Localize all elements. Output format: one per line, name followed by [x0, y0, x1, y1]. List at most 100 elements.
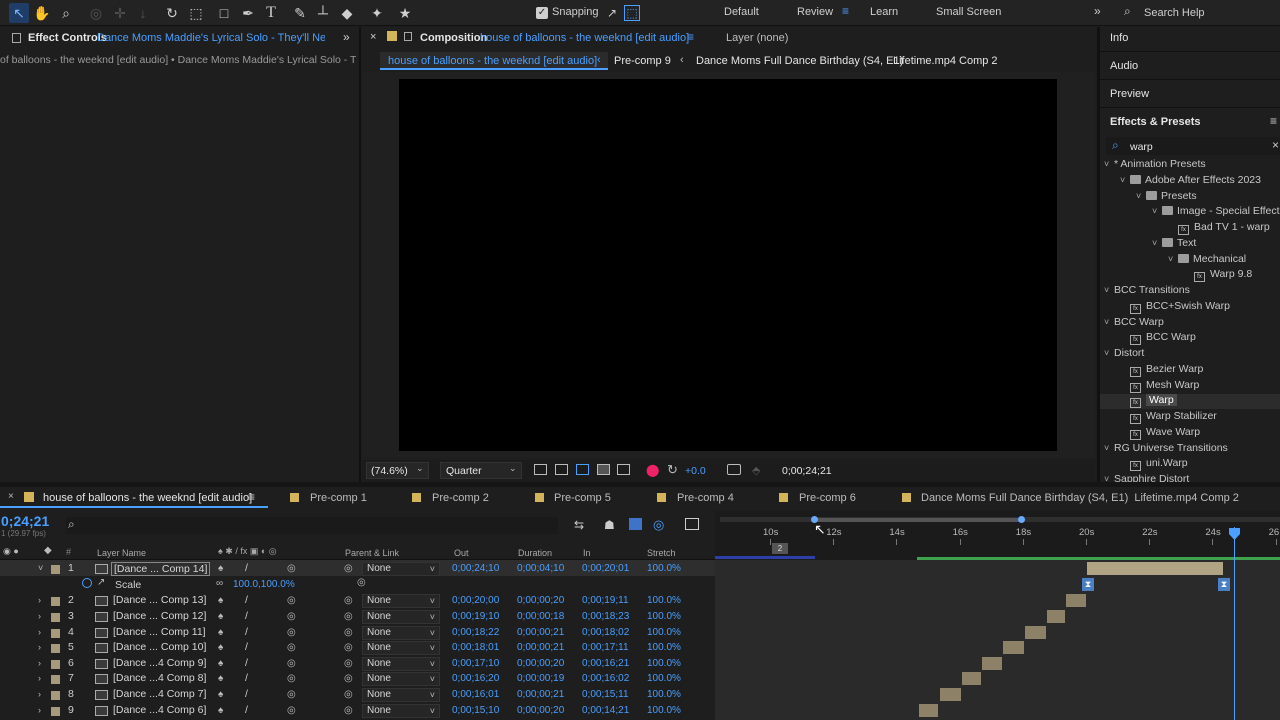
clear-search-icon[interactable]: ×	[1272, 138, 1279, 152]
timeline-tab-precomp4[interactable]: Pre-comp 4	[677, 492, 734, 504]
layer-row[interactable]: › 8 [Dance ...4 Comp 7] ♠ / ◎ ◎ None ˅ 0;00;16;01…	[0, 687, 715, 703]
layer-out[interactable]: 0;00;16;01	[452, 687, 499, 703]
quality-switch-icon[interactable]: /	[245, 609, 248, 625]
chevron-down-icon[interactable]: ˅	[1104, 348, 1114, 358]
parent-pickwhip-icon[interactable]: ◎	[344, 593, 353, 609]
shy-switch-icon[interactable]: ♠	[218, 561, 223, 577]
parent-dropdown[interactable]: None ˅	[362, 562, 440, 576]
collapse-switch-icon[interactable]: ◎	[287, 687, 296, 703]
layer-row[interactable]: › 3 [Dance ... Comp 12] ♠ / ◎ ◎ None ˅ 0;00;19;10…	[0, 609, 715, 625]
collapse-switch-icon[interactable]: ◎	[287, 671, 296, 687]
label-color-swatch[interactable]	[51, 675, 60, 684]
effects-tree-item[interactable]: fx BCC+Swish Warp	[1120, 300, 1230, 314]
parent-dropdown[interactable]: None ˅	[362, 688, 440, 702]
chevron-down-icon[interactable]: ˅	[1104, 317, 1114, 327]
chevron-down-icon[interactable]: ˅	[1104, 443, 1114, 453]
chevron-down-icon[interactable]: ˅	[1152, 206, 1162, 216]
grid-guides-icon[interactable]	[617, 464, 630, 475]
work-area-bar[interactable]	[715, 556, 815, 559]
layer-name[interactable]: [Dance ...4 Comp 7]	[113, 687, 206, 703]
layer-out[interactable]: 0;00;15;10	[452, 703, 499, 719]
composition-menu-icon[interactable]: ≡	[687, 30, 694, 44]
eraser-tool-icon[interactable]: ◆	[337, 3, 357, 23]
parent-pickwhip-icon[interactable]: ◎	[344, 671, 353, 687]
reset-exposure-icon[interactable]: ↻	[667, 462, 678, 478]
layer-duration[interactable]: 0;00;00;19	[517, 671, 564, 687]
effects-tree-item[interactable]: ˅ Text	[1152, 237, 1196, 249]
layer-name[interactable]: [Dance ... Comp 13]	[113, 593, 206, 609]
flow-crumb-lifetime[interactable]: Lifetime.mp4 Comp 2	[893, 55, 998, 67]
layer-out[interactable]: 0;00;19;10	[452, 609, 499, 625]
shy-switch-icon[interactable]: ♠	[218, 640, 223, 656]
layer-duration[interactable]: 0;00;00;20	[517, 703, 564, 719]
layer-stretch[interactable]: 100.0%	[647, 609, 681, 625]
effects-tree-item[interactable]: ˅ Image - Special Effects	[1152, 205, 1280, 217]
out-header[interactable]: Out	[454, 548, 469, 558]
pan-tool-icon[interactable]: ✛	[110, 3, 130, 23]
layer-in[interactable]: 0;00;16;21	[582, 656, 629, 672]
layer-duration[interactable]: 0;00;00;21	[517, 640, 564, 656]
quality-switch-icon[interactable]: /	[245, 640, 248, 656]
audio-panel-tab[interactable]: Audio	[1110, 60, 1138, 72]
layer-stretch[interactable]: 100.0%	[647, 593, 681, 609]
in-header[interactable]: In	[583, 548, 591, 558]
effects-tree-item[interactable]: ˅ RG Universe Transitions	[1104, 442, 1228, 454]
timeline-tab-dance-moms[interactable]: Dance Moms Full Dance Birthday (S4, E1) …	[921, 492, 1239, 504]
chevron-right-icon[interactable]: ›	[38, 625, 41, 641]
layer-stretch[interactable]: 100.0%	[647, 561, 681, 577]
label-color-swatch[interactable]	[51, 659, 60, 669]
search-help-field[interactable]: Search Help	[1144, 7, 1205, 19]
zoom-tool-icon[interactable]: ⌕	[56, 3, 76, 23]
layer-tab[interactable]: Layer (none)	[726, 32, 788, 44]
chevron-right-icon[interactable]: ›	[38, 656, 41, 672]
timeline-tab-precomp5[interactable]: Pre-comp 5	[554, 492, 611, 504]
stopwatch-icon[interactable]	[82, 578, 92, 588]
region-of-interest-icon[interactable]	[576, 464, 589, 475]
layer-stretch[interactable]: 100.0%	[647, 656, 681, 672]
chevron-down-icon[interactable]: ˅	[1104, 285, 1114, 295]
layer-duration-bar[interactable]	[1047, 609, 1065, 623]
layer-duration[interactable]: 0;00;00;21	[517, 625, 564, 641]
layer-in[interactable]: 0;00;18;02	[582, 625, 629, 641]
info-panel-tab[interactable]: Info	[1110, 32, 1128, 44]
show-snapshot-icon[interactable]: ⬘	[752, 464, 760, 477]
effects-tree-item[interactable]: ˅ Presets	[1136, 190, 1197, 202]
effect-controls-tab-target[interactable]: Dance Moms Maddie's Lyrical Solo - They'…	[97, 32, 325, 44]
layer-name[interactable]: [Dance ...4 Comp 9]	[113, 656, 206, 672]
collapse-switch-icon[interactable]: ◎	[287, 640, 296, 656]
layer-in[interactable]: 0;00;17;11	[582, 640, 629, 656]
layer-row[interactable]: ˅ 1 [Dance ... Comp 14] ♠ / ◎ ◎ None ˅ 0;00;24;10…	[0, 561, 715, 577]
shy-switch-icon[interactable]: ♠	[218, 625, 223, 641]
parent-dropdown[interactable]: None ˅	[362, 625, 440, 640]
effect-controls-tab-label[interactable]: Effect Controls	[28, 32, 107, 44]
flow-crumb-precomp9[interactable]: Pre-comp 9	[614, 55, 671, 67]
more-workspaces-icon[interactable]: »	[1094, 4, 1101, 18]
expression-pickwhip-icon[interactable]: ◎	[357, 577, 366, 588]
roto-brush-tool-icon[interactable]: ✦	[367, 3, 387, 23]
fast-previews-icon[interactable]	[534, 464, 547, 475]
composition-lock-icon[interactable]	[404, 32, 412, 41]
workspace-review[interactable]: Review	[797, 6, 833, 18]
layer-row[interactable]: › 2 [Dance ... Comp 13] ♠ / ◎ ◎ None ˅ 0;00;20;00…	[0, 593, 715, 609]
layer-duration[interactable]: 0;00;00;21	[517, 687, 564, 703]
rectangle-tool-icon[interactable]: □	[214, 3, 234, 23]
parent-pickwhip-icon[interactable]: ◎	[344, 640, 353, 656]
av-features-icon[interactable]: ◉ ●	[3, 546, 19, 557]
layer-name[interactable]: [Dance ... Comp 12]	[113, 609, 206, 625]
navigator-end-handle[interactable]	[1018, 516, 1025, 523]
layer-out[interactable]: 0;00;20;00	[452, 593, 499, 609]
exposure-value[interactable]: +0.0	[685, 465, 706, 477]
shy-switch-icon[interactable]: ♠	[218, 656, 223, 672]
puppet-tool-icon[interactable]: ★	[395, 3, 415, 23]
layer-out[interactable]: 0;00;17;10	[452, 656, 499, 672]
parent-pickwhip-icon[interactable]: ◎	[344, 625, 353, 641]
close-tab-icon[interactable]: ×	[8, 491, 14, 502]
layer-search-input[interactable]	[66, 517, 558, 534]
scale-property-value[interactable]: 100.0,100.0%	[233, 579, 295, 590]
timeline-tab-precomp6[interactable]: Pre-comp 6	[799, 492, 856, 504]
keyframe-start[interactable]: ⧗	[1082, 578, 1094, 591]
collapse-switch-icon[interactable]: ◎	[287, 703, 296, 719]
label-color-swatch[interactable]	[51, 691, 60, 700]
parent-dropdown[interactable]: None ˅	[362, 594, 440, 608]
workspace-menu-icon[interactable]: ≡	[842, 4, 849, 18]
